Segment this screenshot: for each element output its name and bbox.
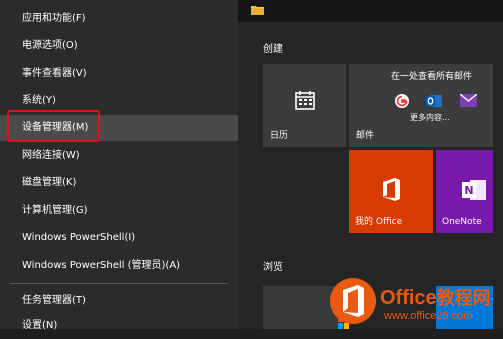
watermark-brand-cn: 教程网	[436, 288, 491, 308]
menu-item-powershell[interactable]: Windows PowerShell(I)	[0, 225, 238, 251]
group-label-browse: 浏览	[263, 262, 283, 273]
site-watermark: Office教程网 www.office26.com	[328, 276, 503, 329]
mail-more-text: 更多内容...	[410, 113, 450, 122]
start-topbar	[238, 0, 503, 22]
folder-icon[interactable]	[251, 5, 264, 15]
calendar-icon	[295, 91, 315, 110]
onenote-icon: N	[462, 180, 486, 200]
menu-separator	[10, 283, 228, 284]
watermark-brand-office: Office	[380, 287, 437, 309]
mail-tile[interactable]: 在一处查看所有邮件 更多内容... 邮件	[349, 64, 493, 147]
google-icon	[395, 94, 409, 108]
onenote-tile[interactable]: N OneNote	[436, 150, 493, 233]
menu-item-power-options[interactable]: 电源选项(O)	[0, 33, 238, 59]
outlook-icon	[426, 95, 442, 107]
menu-item-disk-management[interactable]: 磁盘管理(K)	[0, 170, 238, 196]
menu-item-settings[interactable]: 设置(N)	[0, 313, 238, 339]
mail-header: 在一处查看所有邮件	[391, 72, 473, 82]
office-icon	[383, 178, 400, 201]
menu-item-network-connections[interactable]: 网络连接(W)	[0, 143, 238, 169]
watermark-brand: Office教程网	[380, 284, 491, 310]
highlight-box	[7, 110, 100, 142]
office-label: 我的 Office	[355, 217, 403, 227]
menu-item-task-manager[interactable]: 任务管理器(T)	[0, 288, 238, 314]
onenote-label: OneNote	[442, 217, 482, 227]
menu-item-apps-features[interactable]: 应用和功能(F)	[0, 6, 238, 32]
mail-label: 邮件	[356, 131, 375, 141]
svg-text:N: N	[464, 184, 473, 197]
calendar-tile[interactable]: 日历	[263, 64, 346, 147]
office-tile[interactable]: 我的 Office	[349, 150, 433, 233]
group-label-create: 创建	[263, 44, 283, 55]
watermark-url: www.office26.com	[384, 310, 473, 322]
menu-item-event-viewer[interactable]: 事件查看器(V)	[0, 61, 238, 87]
menu-item-powershell-admin[interactable]: Windows PowerShell (管理员)(A)	[0, 253, 238, 279]
winx-context-menu: 应用和功能(F) 电源选项(O) 事件查看器(V) 系统(Y) 设备管理器(M)…	[0, 0, 238, 331]
mail-envelope-icon	[460, 94, 477, 107]
calendar-label: 日历	[270, 131, 289, 141]
office-logo-icon	[330, 278, 376, 324]
menu-item-computer-management[interactable]: 计算机管理(G)	[0, 198, 238, 224]
